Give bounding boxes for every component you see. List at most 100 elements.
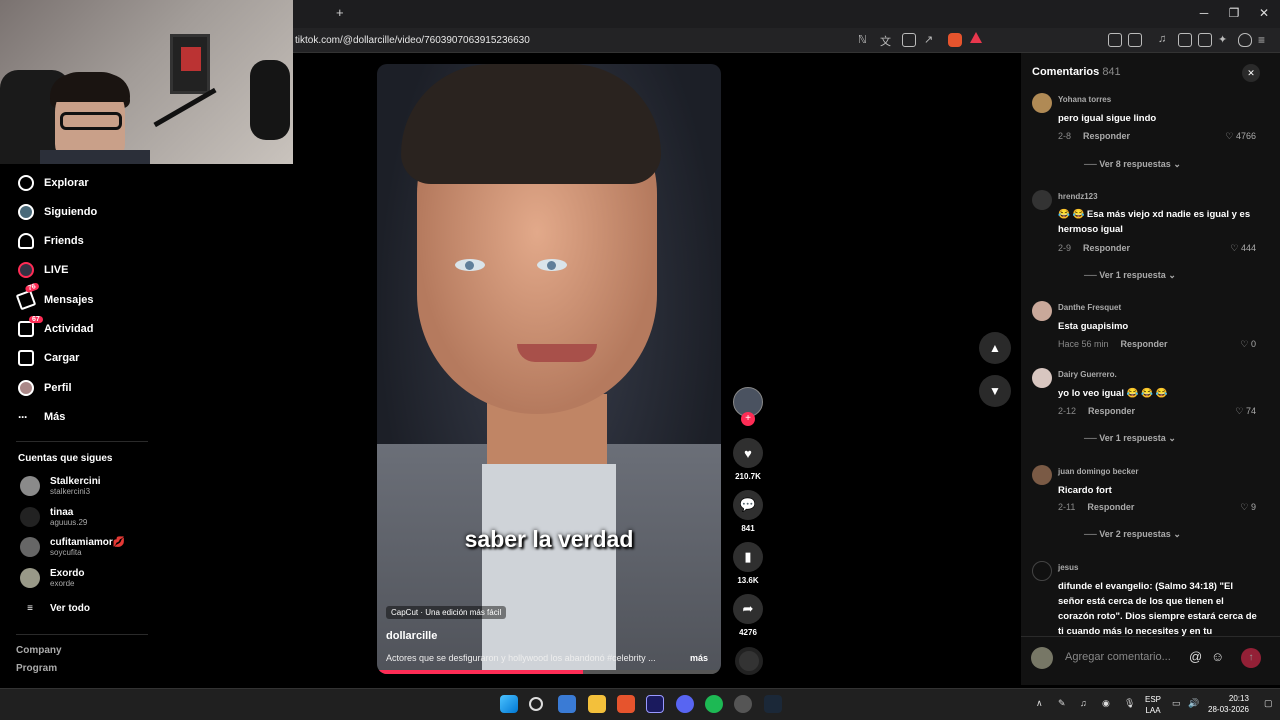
following-account[interactable]: tinaa aguuus.29 xyxy=(20,507,87,527)
new-tab-button[interactable]: + xyxy=(336,5,344,20)
send-icon[interactable]: ↑ xyxy=(1241,648,1261,668)
language-indicator[interactable]: ESP LAA xyxy=(1145,694,1161,716)
nav-friends[interactable]: Friends xyxy=(18,230,84,252)
bookmark-icon[interactable]: ▮ xyxy=(733,542,763,572)
nav-mas[interactable]: ··· Más xyxy=(18,406,65,428)
restore-button[interactable]: ❐ xyxy=(1224,6,1244,20)
view-replies[interactable]: ── Ver 2 respuestas ⌄ xyxy=(1084,529,1181,540)
comment-like[interactable]: ♡ 0 xyxy=(1240,339,1256,350)
share-action[interactable]: ➦ 4276 xyxy=(733,594,763,637)
minimize-button[interactable]: ─ xyxy=(1194,6,1214,20)
spotify-icon[interactable] xyxy=(705,695,723,713)
comment-input[interactable]: Agregar comentario... @ ☺ ↑ xyxy=(1031,643,1271,673)
nav-mensajes[interactable]: 76 Mensajes xyxy=(15,282,94,311)
nav-perfil[interactable]: Perfil xyxy=(18,377,72,399)
see-all-button[interactable]: ≡ Ver todo xyxy=(20,603,90,614)
reply-button[interactable]: Responder xyxy=(1083,131,1130,141)
search-icon[interactable] xyxy=(529,697,543,711)
mention-icon[interactable]: @ xyxy=(1189,649,1202,664)
brave-browser-icon[interactable] xyxy=(617,695,635,713)
nav-explorar[interactable]: Explorar xyxy=(18,172,89,194)
nav-cargar[interactable]: Cargar xyxy=(18,347,79,369)
comment-user[interactable]: jesus xyxy=(1058,563,1078,572)
wallet-icon[interactable] xyxy=(1128,33,1142,47)
avatar[interactable] xyxy=(1032,93,1052,113)
file-explorer-icon[interactable] xyxy=(588,695,606,713)
capcut-label[interactable]: CapCut · Una edición más fácil xyxy=(386,606,507,619)
view-replies[interactable]: ── Ver 1 respuesta ⌄ xyxy=(1084,270,1176,281)
vpn-icon[interactable] xyxy=(1238,33,1252,47)
footer-program[interactable]: Program xyxy=(16,663,57,674)
avatar[interactable] xyxy=(1032,368,1052,388)
comment-like[interactable]: ♡ 74 xyxy=(1235,406,1256,417)
next-video-button[interactable]: ▼ xyxy=(979,375,1011,407)
brave-shield-icon[interactable] xyxy=(948,33,962,47)
comment-user[interactable]: juan domingo becker xyxy=(1058,467,1138,476)
ai-icon[interactable]: ✦ xyxy=(1218,33,1232,47)
reader-icon[interactable]: ℕ xyxy=(858,33,872,47)
premiere-icon[interactable] xyxy=(646,695,664,713)
extensions-icon[interactable] xyxy=(1108,33,1122,47)
headset-icon[interactable]: ♫ xyxy=(1080,698,1087,708)
comment-user[interactable]: hrendz123 xyxy=(1058,192,1098,201)
music-disc[interactable] xyxy=(735,647,763,675)
clock[interactable]: 20:13 28-03-2026 xyxy=(1208,693,1249,715)
avatar[interactable] xyxy=(1032,561,1052,581)
nav-actividad[interactable]: 67 Actividad xyxy=(18,316,94,340)
follow-plus-button[interactable]: + xyxy=(741,412,755,426)
avatar[interactable] xyxy=(1032,465,1052,485)
comment-placeholder[interactable]: Agregar comentario... xyxy=(1065,651,1171,663)
heart-icon[interactable]: ♥ xyxy=(733,438,763,468)
following-account[interactable]: cufitamiamor💋 soycufita xyxy=(20,537,125,557)
comment-user[interactable]: Danthe Fresquet xyxy=(1058,303,1121,312)
mic-icon[interactable]: 🎙 xyxy=(1124,698,1135,709)
comment-action[interactable]: 💬 841 xyxy=(733,490,763,533)
brave-rewards-icon[interactable] xyxy=(970,32,982,43)
wallet2-icon[interactable] xyxy=(1198,33,1212,47)
reply-button[interactable]: Responder xyxy=(1083,243,1130,253)
media-icon[interactable]: ♫ xyxy=(1158,33,1172,47)
comment-like[interactable]: ♡ 9 xyxy=(1240,502,1256,513)
comment-user[interactable]: Dairy Guerrero. xyxy=(1058,370,1117,379)
network-icon[interactable]: ▭ xyxy=(1172,698,1181,709)
save-action[interactable]: ▮ 13.6K xyxy=(733,542,763,585)
steam-tray-icon[interactable]: ◉ xyxy=(1102,698,1110,709)
notification-icon[interactable]: ▢ xyxy=(1264,698,1273,709)
share-icon[interactable]: ↗ xyxy=(924,33,938,47)
comment-like[interactable]: ♡ 4766 xyxy=(1225,131,1256,142)
widgets-icon[interactable] xyxy=(558,695,576,713)
nav-siguiendo[interactable]: Siguiendo xyxy=(18,201,97,223)
footer-company[interactable]: Company xyxy=(16,645,62,656)
like-action[interactable]: ♥ 210.7K xyxy=(733,438,763,481)
obs-icon[interactable] xyxy=(734,695,752,713)
reply-button[interactable]: Responder xyxy=(1087,502,1134,512)
windows-start-icon[interactable] xyxy=(500,695,518,713)
previous-video-button[interactable]: ▲ xyxy=(979,332,1011,364)
comment-like[interactable]: ♡ 444 xyxy=(1230,243,1256,254)
close-window-button[interactable]: ✕ xyxy=(1254,6,1274,20)
close-comments-button[interactable]: ✕ xyxy=(1242,64,1260,82)
translate-icon[interactable]: 文 xyxy=(880,33,894,48)
tray-chevron-icon[interactable]: ∧ xyxy=(1036,698,1043,709)
following-account[interactable]: Exordo exorde xyxy=(20,568,84,588)
tray-app-icon[interactable]: ✎ xyxy=(1058,698,1066,709)
avatar[interactable] xyxy=(1032,301,1052,321)
menu-icon[interactable]: ≡ xyxy=(1258,33,1272,47)
reply-button[interactable]: Responder xyxy=(1088,406,1135,416)
screenshot-icon[interactable] xyxy=(902,33,916,47)
video-progress[interactable] xyxy=(377,670,721,674)
video-author[interactable]: dollarcille xyxy=(386,630,437,642)
comment-icon[interactable]: 💬 xyxy=(733,490,763,520)
more-link[interactable]: más xyxy=(690,653,708,663)
sidebar-toggle-icon[interactable] xyxy=(1178,33,1192,47)
comment-user[interactable]: Yohana torres xyxy=(1058,95,1111,104)
video-player[interactable]: saber la verdad CapCut · Una edición más… xyxy=(377,64,721,674)
share-arrow-icon[interactable]: ➦ xyxy=(733,594,763,624)
nav-live[interactable]: LIVE xyxy=(18,259,68,281)
discord-icon[interactable] xyxy=(676,695,694,713)
url-text[interactable]: tiktok.com/@dollarcille/video/7603907063… xyxy=(295,35,530,46)
reply-button[interactable]: Responder xyxy=(1121,339,1168,349)
avatar[interactable] xyxy=(1032,190,1052,210)
emoji-icon[interactable]: ☺ xyxy=(1211,649,1224,664)
view-replies[interactable]: ── Ver 8 respuestas ⌄ xyxy=(1084,159,1181,170)
